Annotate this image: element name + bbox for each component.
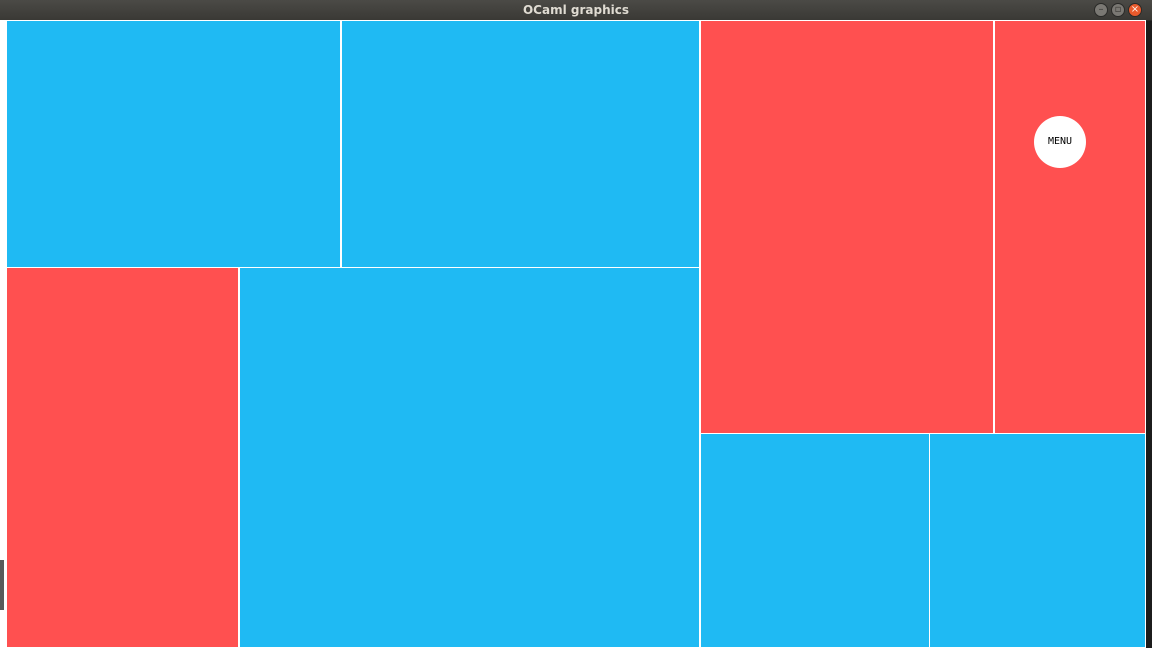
block-top-left[interactable]: [6, 20, 341, 268]
block-bottom-left[interactable]: [6, 267, 239, 648]
close-icon[interactable]: ×: [1128, 3, 1142, 17]
ocaml-graphics-window: OCaml graphics – ▫ × MENU: [0, 0, 1152, 662]
block-bottom-right-1[interactable]: [700, 433, 930, 648]
resize-handle[interactable]: [0, 560, 4, 610]
block-right-tall[interactable]: [700, 20, 994, 434]
window-title: OCaml graphics: [522, 3, 629, 17]
maximize-icon[interactable]: ▫: [1111, 3, 1125, 17]
menu-button[interactable]: MENU: [1034, 116, 1086, 168]
block-bottom-middle[interactable]: [239, 267, 700, 648]
block-top-middle[interactable]: [341, 20, 700, 268]
block-right-narrow[interactable]: [994, 20, 1146, 434]
block-bottom-right-2[interactable]: [929, 433, 1146, 648]
window-bottom-strip: [0, 648, 1152, 662]
title-bar[interactable]: OCaml graphics – ▫ ×: [0, 0, 1152, 21]
minimize-icon[interactable]: –: [1094, 3, 1108, 17]
